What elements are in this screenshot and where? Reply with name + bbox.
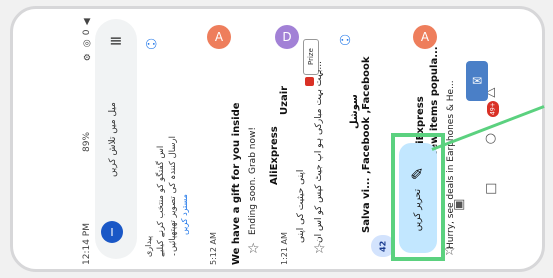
unread-badge: 49+ <box>487 101 499 117</box>
phone-frame: 12:14 PM 89% ⚙ ◎ 0 ▲ ≡ میل میں تلاش کریں… <box>10 6 545 272</box>
mail-tab-icon[interactable]: ✉ <box>466 61 488 101</box>
promo-label: پیداری <box>144 235 153 257</box>
email-snippet-col: بہت بہت مبارکی ہو اپ جیٹ کپس کو اس ان... <box>309 60 324 243</box>
status-time: 12:14 PM <box>82 223 92 265</box>
email-subject-col: Salva vi... ,Facebook ,Facebook <box>357 53 372 233</box>
account-avatar[interactable]: I <box>101 221 123 243</box>
search-input[interactable]: میل میں تلاش کریں <box>108 57 124 177</box>
status-battery: 89% <box>82 132 92 153</box>
email-snippet-col: Ending soon. Grab now! <box>243 85 258 235</box>
menu-icon[interactable]: ≡ <box>105 29 127 51</box>
home-icon[interactable]: ○ <box>485 131 496 146</box>
email-time: 1:21 AM <box>280 232 289 265</box>
email-snippet: Ending soon. Grab now! <box>248 127 258 235</box>
email-sender-col: Uzair <box>275 55 290 115</box>
promo-card: پیداری اس گفتگو کو منتخب کرنے کیلیے ارسا… <box>143 17 201 257</box>
highlight-box <box>391 133 445 261</box>
star-icon[interactable]: ☆ <box>247 241 260 257</box>
email-subject-col: اپنی حیثیت کی اپنی <box>291 113 306 243</box>
recents-icon[interactable]: □ <box>485 181 497 196</box>
star-icon[interactable]: ☆ <box>313 241 326 257</box>
email-snippet: Hurry, see deals in Earphones & He... <box>446 80 456 249</box>
social-icon[interactable]: ⚇ <box>333 29 357 53</box>
promo-line-2: ارسال کنندہ کی تصویر تھپتھپائیں۔ <box>168 136 178 257</box>
dismiss-link[interactable]: مسترد کریں <box>179 17 191 235</box>
meet-icon[interactable]: ▣ <box>453 197 465 212</box>
envelope-icon: ✉ <box>471 74 483 88</box>
email-subject: اپنی حیثیت کی اپنی <box>296 169 306 243</box>
navigation-bar: ◁ ○ □ <box>471 9 511 269</box>
email-avatar[interactable]: D <box>275 25 299 49</box>
status-bar: 12:14 PM 89% ⚙ ◎ 0 ▲ <box>77 17 97 265</box>
email-time-col: 1:21 AM <box>275 229 289 265</box>
status-icons: ⚙ ◎ 0 ▲ <box>82 17 92 62</box>
email-sender: Uzair <box>279 85 290 115</box>
email-avatar[interactable]: A <box>413 25 437 49</box>
promo-line-1: اس گفتگو کو منتخب کرنے کیلیے <box>156 145 166 257</box>
email-subject: We have a gift for you inside <box>231 102 242 265</box>
email-subject-col: We have a gift for you inside <box>227 51 242 265</box>
email-snippet: بہت بہت مبارکی ہو اپ جیٹ کپس کو اس ان... <box>314 60 324 243</box>
email-subject: Salva vi... ,Facebook ,Facebook <box>361 56 372 233</box>
